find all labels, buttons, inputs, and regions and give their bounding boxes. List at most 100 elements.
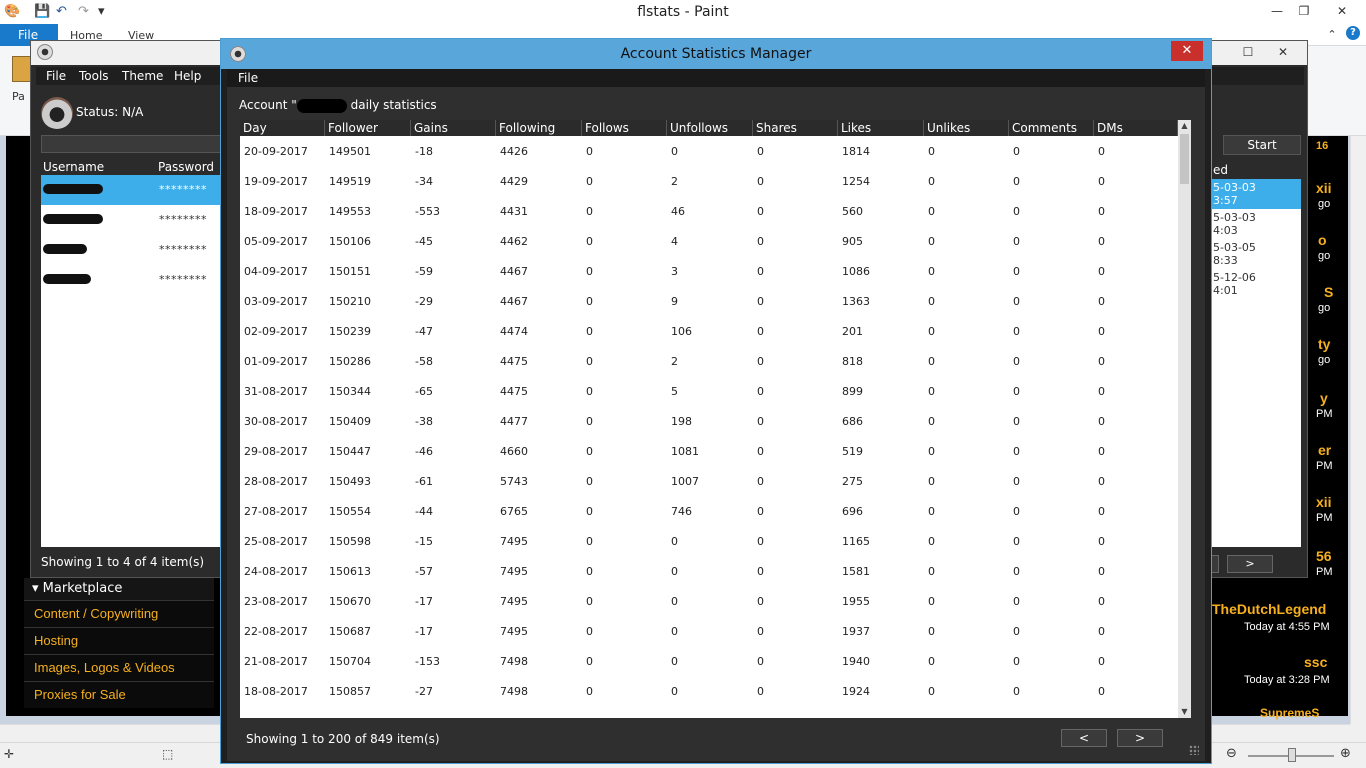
cell-dms: 0 <box>1098 475 1105 488</box>
column-unfollows[interactable]: Unfollows <box>667 120 753 136</box>
menu-tools[interactable]: Tools <box>79 69 109 83</box>
cell-dms: 0 <box>1098 265 1105 278</box>
cell-comments: 0 <box>1013 445 1020 458</box>
minimize-button[interactable]: — <box>1262 0 1292 22</box>
poster-date: go <box>1318 302 1331 314</box>
table-row[interactable]: 25-08-2017 150598 -15 7495 0 0 0 1165 0 0 0 <box>240 526 1178 556</box>
zoom-in-icon[interactable]: ⊕ <box>1340 746 1351 761</box>
table-row[interactable]: 29-08-2017 150447 -46 4660 0 1081 0 519 0 0 0 <box>240 436 1178 466</box>
cell-follower: 150613 <box>329 565 371 578</box>
column-comments[interactable]: Comments <box>1009 120 1094 136</box>
help-icon[interactable]: ? <box>1346 26 1360 40</box>
cell-gains: -59 <box>415 265 433 278</box>
cell-shares: 0 <box>757 415 764 428</box>
cell-gains: -45 <box>415 235 433 248</box>
cell-day: 23-08-2017 <box>244 595 308 608</box>
menu-theme[interactable]: Theme <box>122 69 163 83</box>
zoom-out-icon[interactable]: ⊖ <box>1226 746 1237 761</box>
schedule-row[interactable]: 5-03-03 3:57 <box>1211 179 1301 209</box>
column-unlikes[interactable]: Unlikes <box>924 120 1009 136</box>
column-following[interactable]: Following <box>496 120 582 136</box>
table-row[interactable]: 20-09-2017 149501 -18 4426 0 0 0 1814 0 0 0 <box>240 136 1178 166</box>
table-row[interactable]: 28-08-2017 150493 -61 5743 0 1007 0 275 0 0 0 <box>240 466 1178 496</box>
schedule-row[interactable]: 5-03-05 8:33 <box>1211 239 1301 269</box>
search-input[interactable] <box>41 135 223 153</box>
cell-dms: 0 <box>1098 325 1105 338</box>
schedule-prev-button[interactable] <box>1211 555 1219 573</box>
table-row[interactable]: 02-09-2017 150239 -47 4474 0 106 0 201 0 0 0 <box>240 316 1178 346</box>
redacted-username <box>43 184 103 194</box>
paint-vertical-scrollbar[interactable] <box>1350 136 1366 724</box>
close-button[interactable]: ✕ <box>1318 0 1366 22</box>
prev-page-button[interactable]: < <box>1061 729 1107 747</box>
asm-close-button[interactable]: ✕ <box>1171 41 1203 61</box>
table-row[interactable]: 03-09-2017 150210 -29 4467 0 9 0 1363 0 0 0 <box>240 286 1178 316</box>
clipboard-icon[interactable] <box>12 56 32 82</box>
asm-menu-file[interactable]: File <box>238 71 258 85</box>
column-likes[interactable]: Likes <box>838 120 924 136</box>
cell-day: 24-08-2017 <box>244 565 308 578</box>
cell-day: 21-08-2017 <box>244 655 308 668</box>
account-row[interactable]: ******** <box>41 205 221 235</box>
schedule-row[interactable]: 5-03-03 4:03 <box>1211 209 1301 239</box>
table-row[interactable]: 18-09-2017 149553 -553 4431 0 46 0 560 0 0 0 <box>240 196 1178 226</box>
table-row[interactable]: 05-09-2017 150106 -45 4462 0 4 0 905 0 0 0 <box>240 226 1178 256</box>
resize-grip[interactable] <box>1189 745 1199 755</box>
scroll-up-icon[interactable]: ▲ <box>1178 120 1191 132</box>
cell-follows: 0 <box>586 295 593 308</box>
table-row[interactable]: 24-08-2017 150613 -57 7495 0 0 0 1581 0 0 0 <box>240 556 1178 586</box>
column-day[interactable]: Day <box>240 120 325 136</box>
cell-unfollows: 0 <box>671 565 678 578</box>
account-row[interactable]: ******** <box>41 175 221 205</box>
table-row[interactable]: 31-08-2017 150344 -65 4475 0 5 0 899 0 0 0 <box>240 376 1178 406</box>
menu-file[interactable]: File <box>46 69 66 83</box>
column-shares[interactable]: Shares <box>753 120 838 136</box>
column-follows[interactable]: Follows <box>582 120 667 136</box>
cell-unfollows: 198 <box>671 415 692 428</box>
table-row[interactable]: 04-09-2017 150151 -59 4467 0 3 0 1086 0 0 0 <box>240 256 1178 286</box>
asm-window-title: Account Statistics Manager <box>620 46 812 62</box>
menu-help[interactable]: Help <box>174 69 201 83</box>
scrollbar-thumb[interactable] <box>1180 134 1189 184</box>
next-page-button[interactable]: > <box>1117 729 1163 747</box>
table-row[interactable]: 22-08-2017 150687 -17 7495 0 0 0 1937 0 0 0 <box>240 616 1178 646</box>
cell-follows: 0 <box>586 355 593 368</box>
schedule-next-button[interactable]: > <box>1227 555 1273 573</box>
table-row[interactable]: 30-08-2017 150409 -38 4477 0 198 0 686 0 0 0 <box>240 406 1178 436</box>
account-row[interactable]: ******** <box>41 235 221 265</box>
table-row[interactable]: 19-09-2017 149519 -34 4429 0 2 0 1254 0 0 0 <box>240 166 1178 196</box>
cell-following: 4475 <box>500 355 528 368</box>
column-gains[interactable]: Gains <box>411 120 496 136</box>
table-row[interactable]: 21-08-2017 150704 -153 7498 0 0 0 1940 0 0 0 <box>240 646 1178 676</box>
column-follower[interactable]: Follower <box>325 120 411 136</box>
cell-likes: 899 <box>842 385 863 398</box>
paste-label[interactable]: Pa <box>12 90 25 103</box>
cell-likes: 1814 <box>842 145 870 158</box>
column-password[interactable]: Password <box>158 160 214 174</box>
table-row[interactable]: 27-08-2017 150554 -44 6765 0 746 0 696 0 0 0 <box>240 496 1178 526</box>
collapse-ribbon-icon[interactable]: ⌃ <box>1322 24 1342 46</box>
scroll-down-icon[interactable]: ▼ <box>1178 706 1191 718</box>
cell-following: 7495 <box>500 595 528 608</box>
account-row[interactable]: ******** <box>41 265 221 295</box>
redacted-username <box>43 214 103 224</box>
poster-name: er <box>1318 442 1332 458</box>
cell-dms: 0 <box>1098 205 1105 218</box>
cell-comments: 0 <box>1013 415 1020 428</box>
start-button[interactable]: Start <box>1223 135 1301 155</box>
cell-shares: 0 <box>757 385 764 398</box>
cell-gains: -17 <box>415 625 433 638</box>
table-row[interactable]: 23-08-2017 150670 -17 7495 0 0 0 1955 0 0 0 <box>240 586 1178 616</box>
schedule-row[interactable]: 5-12-06 4:01 <box>1211 269 1301 299</box>
cell-shares: 0 <box>757 355 764 368</box>
poster-date: Today at 3:28 PM <box>1244 674 1330 686</box>
table-vertical-scrollbar[interactable]: ▲ ▼ <box>1178 120 1191 718</box>
flstats-maximize-button[interactable]: ☐ <box>1237 41 1259 63</box>
maximize-button[interactable]: ❐ <box>1292 0 1316 22</box>
table-row[interactable]: 18-08-2017 150857 -27 7498 0 0 0 1924 0 0 0 <box>240 676 1178 706</box>
zoom-slider-thumb[interactable] <box>1288 748 1296 762</box>
column-username[interactable]: Username <box>43 160 104 174</box>
table-row[interactable]: 01-09-2017 150286 -58 4475 0 2 0 818 0 0 0 <box>240 346 1178 376</box>
flstats-close-button[interactable]: ✕ <box>1261 41 1305 63</box>
column-dms[interactable]: DMs <box>1094 120 1178 136</box>
